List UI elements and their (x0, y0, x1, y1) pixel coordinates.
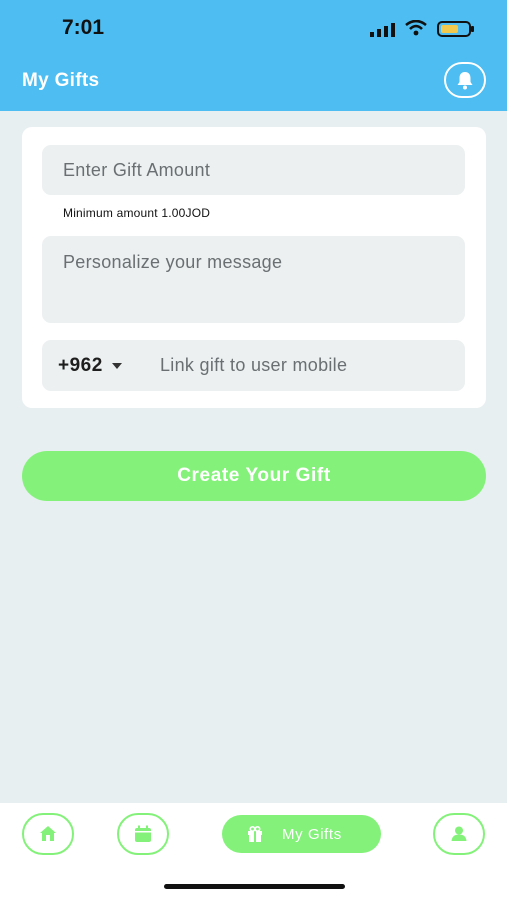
mobile-input[interactable] (160, 340, 450, 391)
page-title: My Gifts (22, 70, 100, 91)
status-time: 7:01 (62, 16, 105, 39)
home-icon (40, 826, 56, 841)
app-header: 7:01 My Gifts (0, 0, 507, 111)
calendar-icon (135, 825, 151, 842)
gift-amount-input[interactable] (42, 145, 465, 195)
status-bar: 7:01 (0, 0, 507, 56)
profile-icon (451, 826, 467, 841)
status-icons (370, 19, 480, 39)
tab-my-gifts[interactable]: My Gifts (222, 815, 381, 853)
bell-icon (457, 72, 473, 90)
notifications-button[interactable] (444, 62, 486, 98)
minimum-amount-hint: Minimum amount 1.00JOD (63, 206, 211, 220)
country-code-label: +962 (58, 354, 103, 376)
message-textarea[interactable] (42, 236, 465, 323)
chevron-down-icon (111, 362, 122, 369)
country-code-selector[interactable]: +962 (58, 340, 140, 391)
home-indicator (164, 884, 345, 889)
mobile-field: +962 (42, 340, 465, 391)
battery-icon (437, 21, 474, 37)
tab-my-gifts-label: My Gifts (282, 825, 342, 843)
create-gift-button[interactable]: Create Your Gift (22, 451, 486, 501)
tab-profile[interactable] (433, 813, 485, 855)
tab-home[interactable] (22, 813, 74, 855)
gift-form-card: Minimum amount 1.00JOD +962 (22, 127, 486, 408)
signal-icon (370, 23, 395, 37)
gift-icon (248, 825, 262, 842)
tab-calendar[interactable] (117, 813, 169, 855)
wifi-icon (405, 20, 427, 36)
